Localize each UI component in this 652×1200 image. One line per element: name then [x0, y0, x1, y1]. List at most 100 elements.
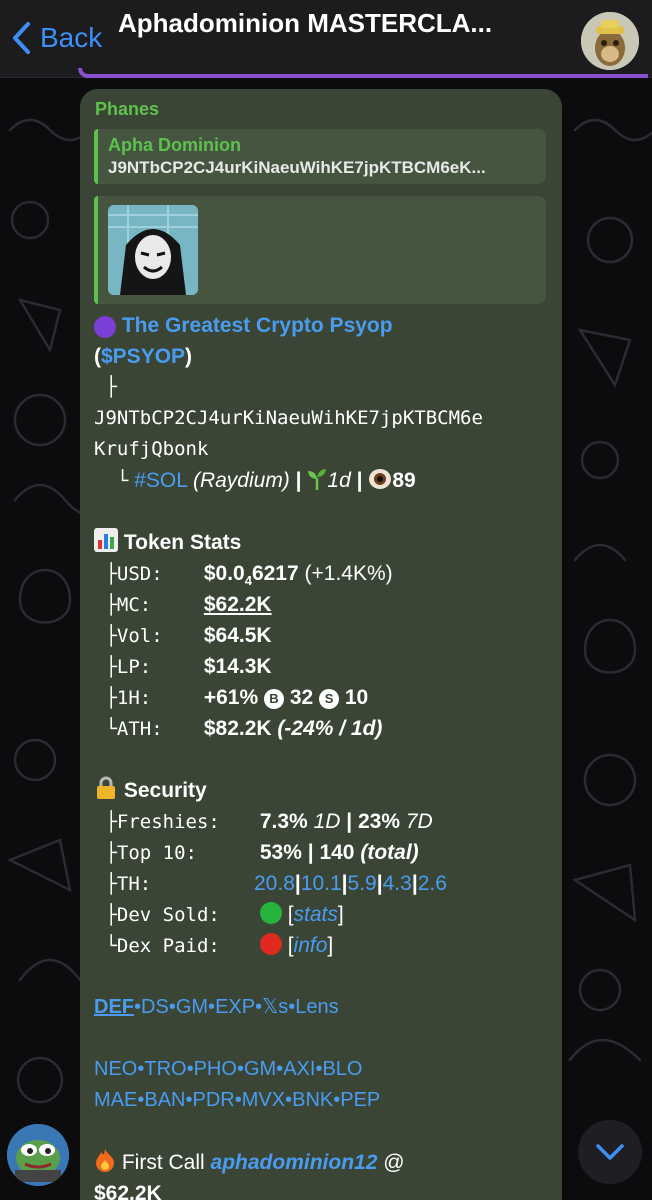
- link-separator: •: [236, 1058, 244, 1080]
- stat-key: ├Dev Sold:: [105, 904, 220, 926]
- link-separator: •: [186, 1058, 194, 1080]
- sender-name[interactable]: Phanes: [95, 99, 548, 123]
- holder-link[interactable]: 10.1: [301, 872, 342, 895]
- sec-freshies: ├Freshies: 7.3% 1D | 23% 7D: [94, 806, 548, 837]
- sender-avatar[interactable]: [7, 1124, 69, 1186]
- holder-link[interactable]: 5.9: [348, 872, 377, 895]
- link-gm[interactable]: GM: [176, 996, 208, 1018]
- ticker-row: ($PSYOP): [94, 341, 548, 372]
- first-call-value: $62.2K: [94, 1182, 162, 1200]
- chat-title[interactable]: Aphadominion MASTERCLA...: [118, 8, 548, 39]
- buy-count: 32: [289, 686, 314, 709]
- ath-change: (-24% / 1d): [277, 717, 383, 740]
- chevron-left-icon: [13, 22, 30, 54]
- links-row-1: DEF•DS•GM•EXP•𝕏s•Lens: [94, 992, 548, 1023]
- stat-key: ├LP:: [105, 656, 152, 678]
- link-blo[interactable]: BLO: [322, 1058, 362, 1080]
- links-row-3: MAE•BAN•PDR•MVX•BNK•PEP: [94, 1085, 548, 1116]
- link-exp[interactable]: EXP: [215, 996, 255, 1018]
- stats-link[interactable]: stats: [294, 903, 338, 926]
- group-avatar[interactable]: [581, 12, 639, 70]
- top10-total: 140: [319, 841, 355, 864]
- info-link[interactable]: info: [294, 934, 328, 957]
- paren-close: ): [185, 345, 193, 368]
- link-separator: •: [185, 1089, 193, 1111]
- link-def[interactable]: DEF: [94, 996, 134, 1018]
- top10-total-label: (total): [360, 841, 419, 864]
- freshies-1d: 7.3%: [259, 810, 308, 833]
- sec-dex-paid: └Dex Paid: [info]: [94, 930, 548, 961]
- holder-link[interactable]: 20.8: [254, 872, 295, 895]
- tree-branch: ├: [105, 376, 117, 398]
- link-pho[interactable]: PHO: [194, 1058, 237, 1080]
- stat-vol: ├Vol: $64.5K: [94, 620, 548, 651]
- chain-hashtag[interactable]: #SOL: [134, 469, 187, 492]
- first-call-row: First Call aphadominion12 @: [94, 1147, 548, 1178]
- holder-link[interactable]: 2.6: [418, 872, 447, 895]
- stat-key: ├Top 10:: [105, 842, 197, 864]
- stat-lp: ├LP: $14.3K: [94, 651, 548, 682]
- link-xs[interactable]: 𝕏s: [262, 996, 288, 1018]
- stat-key: ├MC:: [105, 594, 152, 616]
- link-ds[interactable]: DS: [141, 996, 169, 1018]
- link-mvx[interactable]: MVX: [242, 1089, 285, 1111]
- bracket: ]: [337, 903, 344, 926]
- usd-price: $0.046217: [203, 562, 299, 589]
- holder-link[interactable]: 4.3: [383, 872, 412, 895]
- link-separator: •: [134, 996, 142, 1018]
- reply-media[interactable]: [94, 196, 546, 304]
- reply-text: J9NTbCP2CJ4urKiNaeuWihKE7jpKTBCM6eK...: [108, 158, 486, 177]
- link-pdr[interactable]: PDR: [193, 1089, 235, 1111]
- stat-key: ├Vol:: [105, 625, 163, 647]
- reply-quote[interactable]: Apha Dominion J9NTbCP2CJ4urKiNaeuWihKE7j…: [94, 129, 546, 184]
- stat-ath: └ATH: $82.2K (-24% / 1d): [94, 713, 548, 744]
- separator: |: [307, 841, 314, 864]
- first-call-user-link[interactable]: aphadominion12: [211, 1151, 378, 1174]
- token-image[interactable]: [108, 205, 198, 295]
- link-gm2[interactable]: GM: [244, 1058, 276, 1080]
- liquidity: $14.3K: [203, 655, 272, 678]
- link-separator: •: [168, 996, 176, 1018]
- stat-usd: ├USD: $0.046217 (+1.4K%): [94, 558, 548, 589]
- market-cap[interactable]: $62.2K: [204, 593, 272, 616]
- link-bnk[interactable]: BNK: [292, 1089, 333, 1111]
- dex-name: (Raydium): [192, 469, 290, 492]
- token-title-link[interactable]: The Greatest Crypto Psyop: [122, 314, 393, 337]
- link-pep[interactable]: PEP: [340, 1089, 380, 1111]
- link-mae[interactable]: MAE: [94, 1089, 137, 1111]
- branch-row: ├: [94, 372, 548, 403]
- red-circle-icon: [259, 933, 282, 955]
- stat-key: ├Freshies:: [105, 811, 220, 833]
- contract-address-line1[interactable]: J9NTbCP2CJ4urKiNaeuWihKE7jpKTBCM6e: [94, 403, 548, 434]
- lock-icon: [94, 776, 118, 809]
- separator: |: [295, 469, 302, 492]
- ticker-link[interactable]: $PSYOP: [101, 345, 185, 368]
- freshies-7d: 23%: [358, 810, 401, 833]
- stat-key: └Dex Paid:: [105, 935, 220, 957]
- change-1h: +61%: [203, 686, 259, 709]
- message-bubble[interactable]: Phanes Apha Dominion J9NTbCP2CJ4urKiNaeu…: [80, 89, 562, 1200]
- sec-top10: ├Top 10: 53% | 140 (total): [94, 837, 548, 868]
- pinned-bar-hint: [150, 40, 490, 70]
- reply-author: Apha Dominion: [108, 135, 241, 155]
- back-button[interactable]: Back: [10, 18, 102, 58]
- stat-1h: ├1H: +61% B 32 S 10: [94, 682, 548, 713]
- stat-mc: ├MC: $62.2K: [94, 589, 548, 620]
- links-row-2: NEO•TRO•PHO•GM•AXI•BLO: [94, 1054, 548, 1085]
- link-tro[interactable]: TRO: [144, 1058, 186, 1080]
- purple-circle-icon: [94, 313, 116, 344]
- first-call-label: First Call: [121, 1151, 205, 1174]
- link-separator: •: [208, 996, 216, 1018]
- freshies-1d-label: 1D: [313, 810, 341, 833]
- link-neo[interactable]: NEO: [94, 1058, 137, 1080]
- scroll-to-bottom-button[interactable]: [578, 1120, 642, 1184]
- link-lens[interactable]: Lens: [295, 996, 338, 1018]
- seedling-icon: [307, 468, 327, 499]
- green-circle-icon: [259, 902, 282, 924]
- paren-open: (: [94, 345, 101, 368]
- link-ban[interactable]: BAN: [144, 1089, 185, 1111]
- contract-address-line2[interactable]: KrufjQbonk: [94, 434, 548, 465]
- security-heading-row: Security: [94, 775, 548, 806]
- link-axi[interactable]: AXI: [283, 1058, 315, 1080]
- tree-end: └: [116, 470, 129, 492]
